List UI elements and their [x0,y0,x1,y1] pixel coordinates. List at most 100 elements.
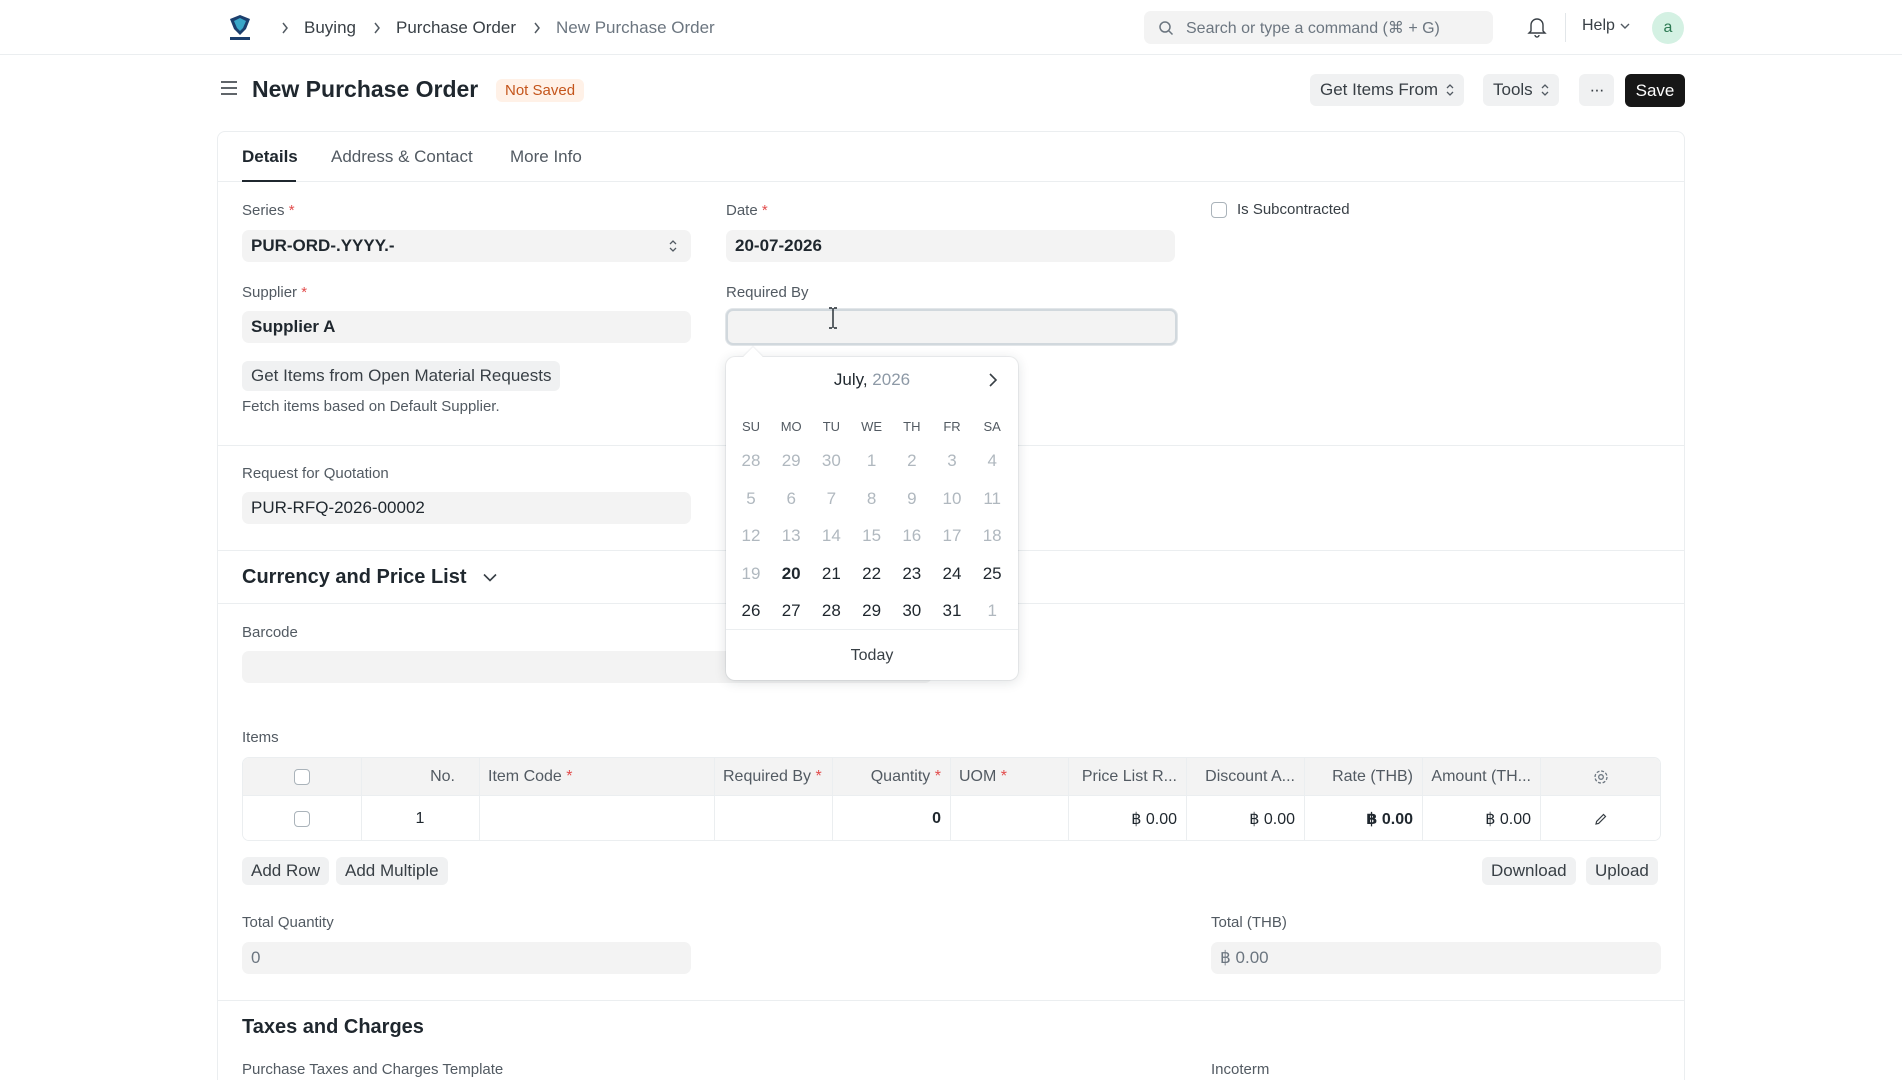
column-header-amount: Amount (TH... [1431,767,1531,785]
required-by-input[interactable] [726,309,1177,345]
day-name-th: TH [903,419,921,434]
date-input[interactable]: 20-07-2026 [726,230,1175,262]
row-select-cell [243,796,361,840]
bell-icon[interactable] [1527,16,1547,43]
cell-required-by[interactable] [714,796,832,840]
series-value: PUR-ORD-.YYYY.- [251,236,395,255]
calendar-day[interactable]: 30 [892,592,932,629]
calendar-day: 4 [987,451,997,470]
upload-button[interactable]: Upload [1586,857,1658,885]
chevron-down-icon [1620,23,1630,29]
active-tab-indicator [242,180,296,182]
get-items-from-open-material-requests-button[interactable]: Get Items from Open Material Requests [242,361,561,391]
calendar-day: 18 [982,526,1002,545]
save-button[interactable]: Save [1625,74,1685,107]
breadcrumb-buying[interactable]: Buying [304,18,356,38]
calendar-day[interactable]: 26 [731,592,771,629]
column-header-required-by: Required By * [723,767,822,785]
currency-price-list-section-toggle[interactable]: Currency and Price List [242,566,497,589]
add-multiple-button[interactable]: Add Multiple [336,857,448,885]
calendar-day: 28 [741,451,761,470]
calendar-day: 29 [781,451,801,470]
hamburger-menu-icon[interactable] [220,80,238,101]
cell-quantity[interactable]: 0 [832,796,950,840]
currency-section-title: Currency and Price List [242,566,467,588]
calendar-day: 7 [826,488,837,508]
breadcrumb: Buying Purchase Order New Purchase Order [276,0,727,55]
datepicker-day-names: SU MO TU WE TH FR SA [726,419,1018,439]
divider [1565,13,1566,42]
chevron-right-icon [276,22,294,34]
more-actions-button[interactable]: ··· [1579,74,1614,106]
calendar-day: 9 [907,488,917,508]
download-button[interactable]: Download [1482,857,1576,885]
edit-row-icon[interactable] [1540,796,1660,840]
tab-more-info[interactable]: More Info [510,147,582,167]
cell-rate[interactable]: ฿ 0.00 [1304,796,1422,840]
incoterm-label: Incoterm [1211,1061,1270,1078]
rfq-input[interactable]: PUR-RFQ-2026-00002 [242,492,691,524]
calendar-day[interactable]: 27 [771,592,811,629]
calendar-day[interactable]: 28 [811,592,851,629]
datepicker-today-button[interactable]: Today [726,647,1018,665]
column-header-no: No. [430,767,455,785]
navbar: Buying Purchase Order New Purchase Order… [0,0,1902,55]
column-header-item-code: Item Code * [488,767,573,785]
series-select[interactable]: PUR-ORD-.YYYY.- [242,230,691,262]
get-items-from-button[interactable]: Get Items From [1310,74,1465,106]
datepicker-month: July, [833,370,868,389]
chevron-right-icon [528,22,546,34]
calendar-day: 14 [821,526,841,545]
taxes-charges-section-title: Taxes and Charges [242,1016,424,1038]
cell-item-code[interactable] [479,796,714,840]
day-name-fr: FR [943,419,961,434]
row-checkbox[interactable] [294,811,310,827]
is-subcontracted-checkbox[interactable] [1211,202,1227,218]
breadcrumb-purchase-order[interactable]: Purchase Order [396,18,516,38]
table-row[interactable]: 1 0 ฿ 0.00 ฿ 0.00 ฿ 0.00 ฿ 0.00 [243,796,1660,840]
calendar-day[interactable]: 22 [852,555,892,592]
calendar-day[interactable]: 20 [771,555,811,592]
day-name-we: WE [861,419,883,434]
items-table-header: No. Item Code * Required By * Quantity *… [243,758,1660,796]
search-bar[interactable]: Search or type a command (⌘ + G) [1144,11,1493,44]
items-label: Items [242,729,279,746]
column-settings-icon[interactable] [1540,758,1660,795]
calendar-day[interactable]: 29 [852,592,892,629]
tab-address-contact[interactable]: Address & Contact [331,147,473,167]
select-arrows-icon [1541,84,1549,96]
help-dropdown[interactable]: Help [1582,17,1630,35]
calendar-day[interactable]: 25 [972,555,1012,592]
select-all-checkbox[interactable] [294,768,310,785]
cell-amount: ฿ 0.00 [1485,811,1531,828]
calendar-day[interactable]: 31 [932,592,972,629]
column-header-rate: Rate (THB) [1332,767,1413,785]
calendar-day[interactable]: 21 [811,555,851,592]
cell-price-list-rate[interactable]: ฿ 0.00 [1068,796,1186,840]
supplier-label: Supplier * [242,284,308,301]
calendar-day: 6 [786,488,796,508]
day-name-mo: MO [780,419,802,434]
total-quantity-value: 0 [251,948,261,967]
cell-discount-amount[interactable]: ฿ 0.00 [1186,796,1304,840]
chevron-right-icon[interactable] [988,372,998,393]
column-header-price-list-rate: Price List R... [1081,767,1177,785]
select-arrows-icon [669,240,677,252]
avatar[interactable]: a [1652,12,1684,44]
cell-uom[interactable] [950,796,1068,840]
get-items-help-text: Fetch items based on Default Supplier. [242,398,500,415]
calendar-day[interactable]: 23 [892,555,932,592]
calendar-day[interactable]: 24 [932,555,972,592]
tools-button[interactable]: Tools [1483,74,1559,106]
datepicker-year: 2026 [872,370,911,389]
datepicker-month-year[interactable]: July, 2026 [726,370,1018,390]
datepicker-divider [726,629,1018,630]
app-logo[interactable] [226,13,254,43]
supplier-input[interactable]: Supplier A [242,311,691,343]
calendar-day: 19 [741,563,761,583]
add-row-button[interactable]: Add Row [242,857,329,885]
barcode-label: Barcode [242,624,298,641]
tab-details[interactable]: Details [242,147,298,167]
date-label: Date * [726,202,768,219]
text-cursor-icon [828,307,838,334]
